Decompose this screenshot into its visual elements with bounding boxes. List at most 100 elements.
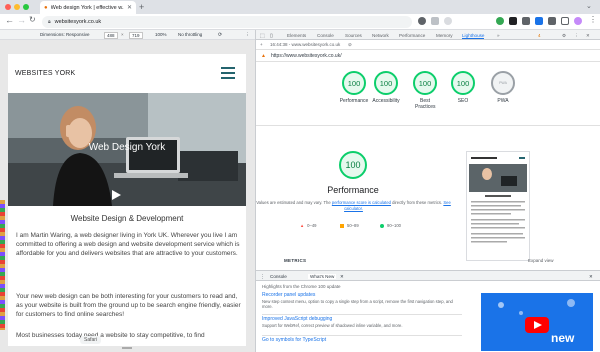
highlights-heading: Highlights from the Chrome 100 update xyxy=(262,284,341,289)
address-bar-row: ← → ↻ 🔒︎ websitesyork.co.uk ⋮ xyxy=(0,14,600,30)
legend-label: 50–89 xyxy=(347,223,359,228)
hamburger-menu-icon[interactable] xyxy=(221,77,235,79)
gauge-circle: 100 xyxy=(451,71,475,95)
score-pwa[interactable]: PWA PWA xyxy=(483,71,523,104)
tab-search-icon[interactable]: ⌄ xyxy=(586,2,592,10)
close-window-icon[interactable] xyxy=(5,4,11,10)
extension-3-icon[interactable] xyxy=(522,17,530,25)
issues-badge[interactable]: 4 xyxy=(538,33,541,38)
more-tabs-icon[interactable]: » xyxy=(497,33,500,38)
page-screenshot-thumbnail[interactable] xyxy=(466,151,530,261)
more-icon[interactable]: ⋮ xyxy=(245,32,250,38)
body-paragraph: Your new web design can be both interest… xyxy=(16,293,241,318)
extension-4-icon[interactable] xyxy=(535,17,543,25)
device-toggle-icon[interactable]: ▯ xyxy=(270,33,273,39)
report-select[interactable]: 16:44:38 - www.websitesyork.co.uk xyxy=(270,42,340,47)
lighthouse-icon: ▲ xyxy=(261,52,266,59)
legend-fail: ▲ 0–49 xyxy=(300,223,316,228)
height-input[interactable]: 719 xyxy=(129,32,143,39)
inspect-icon[interactable]: ⬚ xyxy=(260,33,265,39)
news-item[interactable]: Recorder panel updates New step context … xyxy=(262,292,462,310)
times-icon: × xyxy=(121,32,124,37)
news-title[interactable]: Go to symbols for TypeScript xyxy=(262,337,462,344)
minimize-window-icon[interactable] xyxy=(14,4,20,10)
legend-average: 50–89 xyxy=(340,223,359,228)
close-drawer-tab-icon[interactable]: ✕ xyxy=(340,274,344,280)
performance-gauge[interactable]: 100 xyxy=(339,151,367,179)
settings-gear-icon[interactable]: ⚙ xyxy=(562,33,566,39)
extension-1-icon[interactable] xyxy=(496,17,504,25)
news-item[interactable]: Improved JavaScript debugging Support fo… xyxy=(262,316,462,328)
drawer-tab-whats-new[interactable]: What's New xyxy=(308,273,337,279)
score-link[interactable]: performance score is calculated xyxy=(332,200,391,205)
tab-elements[interactable]: Elements xyxy=(287,33,306,38)
new-tab-button[interactable]: + xyxy=(139,2,144,12)
resize-handle[interactable] xyxy=(122,347,132,349)
tab-title: Web design York | effective w... xyxy=(50,4,124,11)
share-icon[interactable] xyxy=(431,17,439,25)
tab-network[interactable]: Network xyxy=(372,33,389,38)
legend-pass: 90–100 xyxy=(380,223,401,228)
gauge-label: SEO xyxy=(457,98,469,104)
browser-tab[interactable]: ● Web design York | effective w... ✕ xyxy=(40,1,136,14)
sidebar-icon[interactable] xyxy=(561,17,569,25)
tab-memory[interactable]: Memory xyxy=(436,33,453,38)
legend-label: 0–49 xyxy=(307,223,317,228)
score-seo[interactable]: 100 SEO xyxy=(443,71,483,104)
lock-icon: 🔒︎ xyxy=(48,19,51,25)
news-item[interactable]: Go to symbols for TypeScript xyxy=(262,337,462,344)
avatar[interactable] xyxy=(574,17,582,25)
triangle-icon: ▲ xyxy=(300,223,305,228)
desktop-edge-strip xyxy=(0,200,5,330)
divider xyxy=(262,314,462,315)
report-url-row: ▲ https://www.websitesyork.co.uk/ xyxy=(256,50,600,62)
omnibox[interactable]: 🔒︎ websitesyork.co.uk xyxy=(42,16,412,28)
extension-2-icon[interactable] xyxy=(509,17,517,25)
note-text: directly from these metrics. xyxy=(390,200,444,205)
tab-performance[interactable]: Performance xyxy=(399,33,425,38)
clear-icon[interactable]: ⊘ xyxy=(348,42,352,48)
drawer-menu-icon[interactable]: ⋮ xyxy=(260,274,265,280)
throttle-select[interactable]: No throttling xyxy=(178,32,202,37)
bookmark-icon[interactable] xyxy=(444,17,452,25)
news-description: Support for WebRef, correct preview of s… xyxy=(262,322,403,328)
maximize-window-icon[interactable] xyxy=(23,4,29,10)
devtools-panel: ⬚ ▯ Elements Console Sources Network Per… xyxy=(255,30,600,352)
expand-view-link[interactable]: Expand view xyxy=(528,258,554,263)
site-title[interactable]: WEBSITES YORK xyxy=(15,70,75,77)
browser-tab-strip: ● Web design York | effective w... ✕ + ⌄ xyxy=(0,0,600,14)
dimensions-select[interactable]: Dimensions: Responsive xyxy=(40,32,90,37)
forward-icon[interactable]: → xyxy=(17,15,26,25)
play-icon[interactable] xyxy=(112,190,121,200)
score-accessibility[interactable]: 100 Accessibility xyxy=(366,71,406,104)
hero-video[interactable]: Web Design York xyxy=(8,93,246,206)
hamburger-menu-icon[interactable] xyxy=(221,72,235,74)
drawer-tab-console[interactable]: Console xyxy=(270,274,287,279)
width-input[interactable]: 488 xyxy=(104,32,118,39)
tab-console[interactable]: Console xyxy=(317,33,334,38)
back-icon[interactable]: ← xyxy=(5,15,14,25)
hamburger-menu-icon[interactable] xyxy=(221,67,235,69)
favicon-icon: ● xyxy=(44,4,48,11)
tab-sources[interactable]: Sources xyxy=(345,33,362,38)
whats-new-video[interactable]: new xyxy=(481,293,593,351)
reload-icon[interactable]: ↻ xyxy=(29,15,36,24)
devtools-menu-icon[interactable]: ⋮ xyxy=(574,33,579,39)
close-tab-icon[interactable]: ✕ xyxy=(127,4,132,11)
report-url[interactable]: https://www.websitesyork.co.uk/ xyxy=(271,53,342,59)
google-icon[interactable] xyxy=(418,17,426,25)
url-text: websitesyork.co.uk xyxy=(54,19,102,25)
close-devtools-icon[interactable]: ✕ xyxy=(586,33,590,39)
puzzle-icon[interactable] xyxy=(548,17,556,25)
zoom-select[interactable]: 100% xyxy=(155,32,167,37)
tab-lighthouse[interactable]: Lighthouse xyxy=(462,33,485,39)
close-drawer-icon[interactable]: ✕ xyxy=(589,274,593,280)
add-report-icon[interactable]: + xyxy=(260,42,263,47)
chrome-menu-icon[interactable]: ⋮ xyxy=(589,15,597,24)
device-toolbar: Dimensions: Responsive 488 × 719 100% No… xyxy=(0,30,255,40)
gauge-circle: 100 xyxy=(342,71,366,95)
divider xyxy=(256,125,600,126)
note-text: Values are estimated and may vary. The xyxy=(256,200,332,205)
rotate-icon[interactable]: ⟳ xyxy=(218,32,222,38)
score-best-practices[interactable]: 100 Best Practices xyxy=(405,71,445,110)
